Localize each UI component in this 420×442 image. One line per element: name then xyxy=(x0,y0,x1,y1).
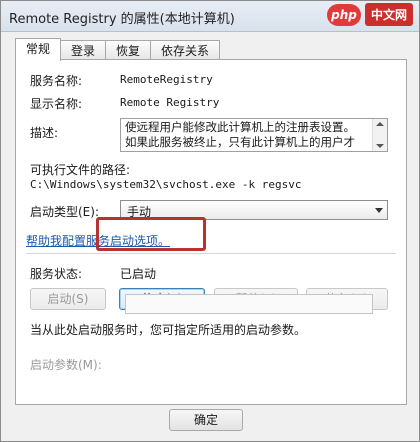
tab-general[interactable]: 常规 xyxy=(15,38,62,61)
title-bar[interactable]: Remote Registry 的属性(本地计算机) php 中文网 xyxy=(1,1,419,32)
ok-button[interactable]: 确定 xyxy=(169,409,243,431)
properties-dialog: Remote Registry 的属性(本地计算机) php 中文网 常规 登录… xyxy=(0,0,420,442)
exe-path-label: 可执行文件的路径: xyxy=(30,163,131,177)
tab-dependencies[interactable]: 依存关系 xyxy=(150,40,221,60)
scroll-up-arrow-icon[interactable] xyxy=(376,122,384,126)
description-line-2: 如果此服务被终止，只有此计算机上的用户才 xyxy=(125,135,355,149)
watermark-logo: php 中文网 xyxy=(326,3,413,26)
description-scrollbar[interactable] xyxy=(372,119,387,151)
start-params-input[interactable] xyxy=(125,294,373,314)
php-logo: php xyxy=(326,3,361,26)
display-name-value: Remote Registry xyxy=(120,96,220,109)
tab-strip: 常规 登录 恢复 依存关系 xyxy=(15,38,221,61)
window-title: Remote Registry 的属性(本地计算机) xyxy=(9,12,235,27)
start-params-label: 启动参数(M): xyxy=(30,358,102,372)
service-status-value: 已启动 xyxy=(120,267,157,281)
start-button[interactable]: 启动(S) xyxy=(30,288,106,310)
description-label: 描述: xyxy=(30,126,59,140)
description-line-1: 使远程用户能修改此计算机上的注册表设置。 xyxy=(125,120,355,134)
service-status-label: 服务状态: xyxy=(30,267,83,281)
exe-path-value: C:\Windows\system32\svchost.exe -k regsv… xyxy=(30,178,302,191)
tab-logon[interactable]: 登录 xyxy=(60,40,107,60)
service-name-value: RemoteRegistry xyxy=(120,73,213,86)
stop-button-highlight xyxy=(96,217,206,251)
description-textbox[interactable]: 使远程用户能修改此计算机上的注册表设置。 如果此服务被终止，只有此计算机上的用户… xyxy=(120,118,388,152)
service-name-label: 服务名称: xyxy=(30,74,83,88)
site-name: 中文网 xyxy=(364,3,413,26)
section-divider xyxy=(26,253,396,254)
general-tab-panel: 服务名称: RemoteRegistry 显示名称: Remote Regist… xyxy=(15,59,407,405)
chevron-down-icon xyxy=(375,208,383,213)
startup-type-label: 启动类型(E): xyxy=(30,205,99,219)
scroll-down-arrow-icon[interactable] xyxy=(376,144,384,148)
start-params-hint: 当从此处启动服务时，您可指定所适用的启动参数。 xyxy=(30,323,307,337)
display-name-label: 显示名称: xyxy=(30,97,83,111)
tab-recovery[interactable]: 恢复 xyxy=(105,40,152,60)
